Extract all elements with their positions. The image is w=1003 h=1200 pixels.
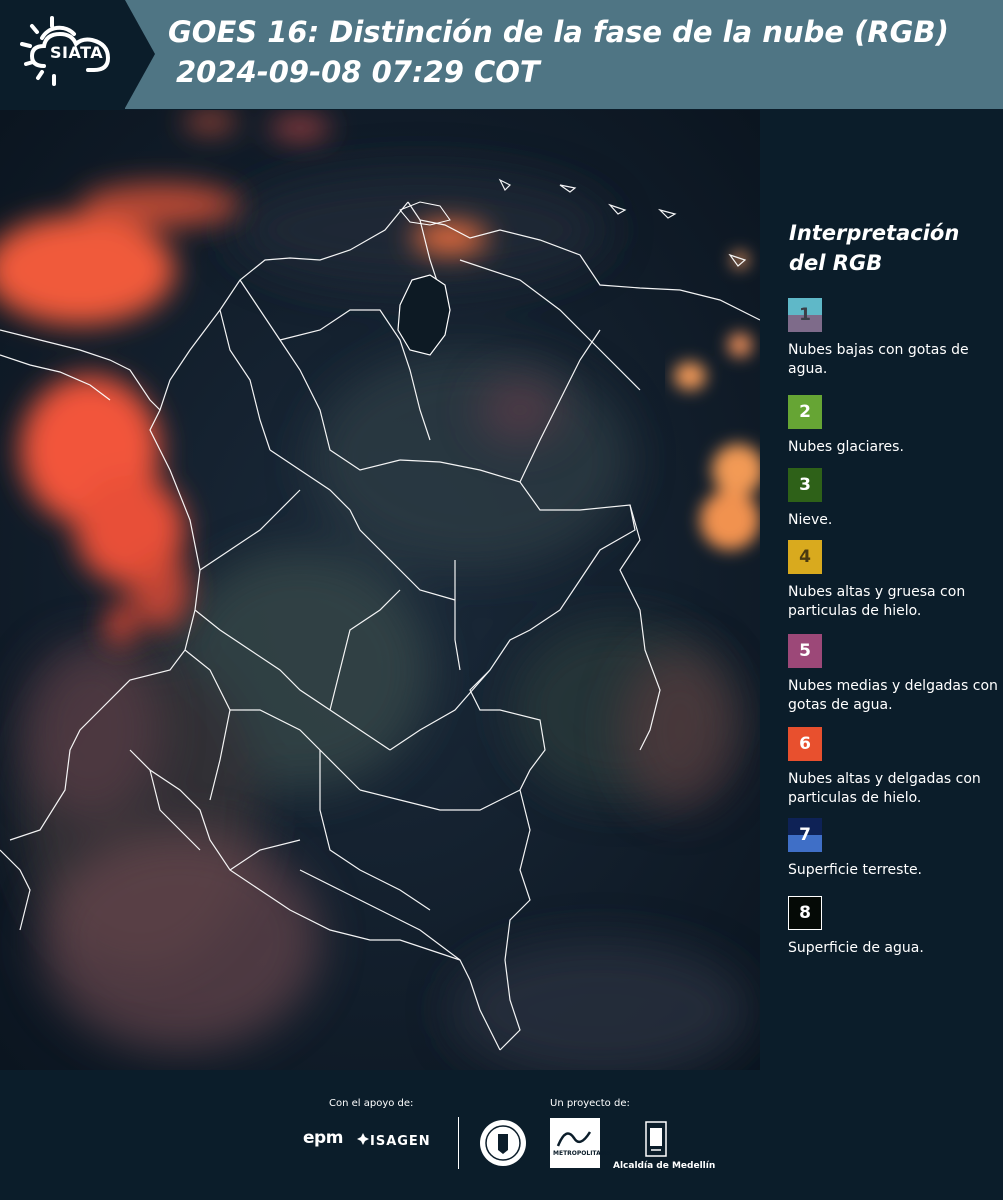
legend-swatch-6: 6 [788,727,822,761]
legend-swatch-7: 7 [788,818,822,852]
rgb-satellite-image [0,110,760,1070]
legend-swatch-4: 4 [788,540,822,574]
legend-panel: Interpretación del RGB 1 Nubes bajas con… [760,110,1003,1070]
alcaldia-logo-text: Alcaldía de Medellín [613,1161,716,1171]
page-timestamp: 2024-09-08 07:29 COT [176,55,540,89]
legend-label-6: Nubes altas y delgadas con particulas de… [788,771,981,806]
header-bar: SIATA GOES 16: Distinción de la fase de … [0,0,1003,109]
satellite-map [0,110,760,1070]
legend-title: Interpretación del RGB [789,221,960,275]
area-metropolitana-logo: METROPOLITANA [550,1118,610,1168]
legend-item-5: 5 Nubes medias y delgadas con gotas de a… [788,634,1000,715]
area-script-icon [556,1131,592,1147]
legend-item-8: 8 Superficie de agua. [788,896,1000,958]
isagen-icon [357,1133,369,1145]
legend-item-6: 6 Nubes altas y delgadas con particulas … [788,727,1000,808]
siata-logo: SIATA [0,0,125,109]
legend-label-8: Superficie de agua. [788,940,924,956]
legend-item-2: 2 Nubes glaciares. [788,395,1000,457]
legend-item-7: 7 Superficie terreste. [788,818,1000,880]
footer-divider [458,1117,459,1169]
legend-item-1: 1 Nubes bajas con gotas de agua. [788,298,1000,379]
legend-label-7: Superficie terreste. [788,862,923,878]
siata-logo-text: SIATA [50,43,104,62]
legend-label-1: Nubes bajas con gotas de agua. [788,342,969,377]
legend-swatch-1: 1 [788,298,822,332]
area-logo-text: METROPOLITANA [553,1150,611,1157]
footer: Con el apoyo de: Un proyecto de: epm ISA… [0,1070,1003,1200]
legend-swatch-3: 3 [788,468,822,502]
project-label: Un proyecto de: [550,1098,630,1109]
alcaldia-crest-icon [645,1121,667,1157]
page-title: GOES 16: Distinción de la fase de la nub… [168,15,949,49]
seal-icon [480,1120,526,1166]
legend-label-4: Nubes altas y gruesa con particulas de h… [788,584,966,619]
legend-swatch-8: 8 [788,896,822,930]
support-label: Con el apoyo de: [329,1098,414,1109]
legend-label-5: Nubes medias y delgadas con gotas de agu… [788,678,998,713]
isagen-logo: ISAGEN [370,1134,431,1149]
epm-logo: epm [303,1128,343,1148]
logo-arrow [125,0,155,108]
legend-swatch-2: 2 [788,395,822,429]
legend-swatch-5: 5 [788,634,822,668]
legend-item-4: 4 Nubes altas y gruesa con particulas de… [788,540,1000,621]
legend-item-3: 3 Nieve. [788,468,1000,530]
legend-label-3: Nieve. [788,512,833,528]
legend-label-2: Nubes glaciares. [788,439,904,455]
